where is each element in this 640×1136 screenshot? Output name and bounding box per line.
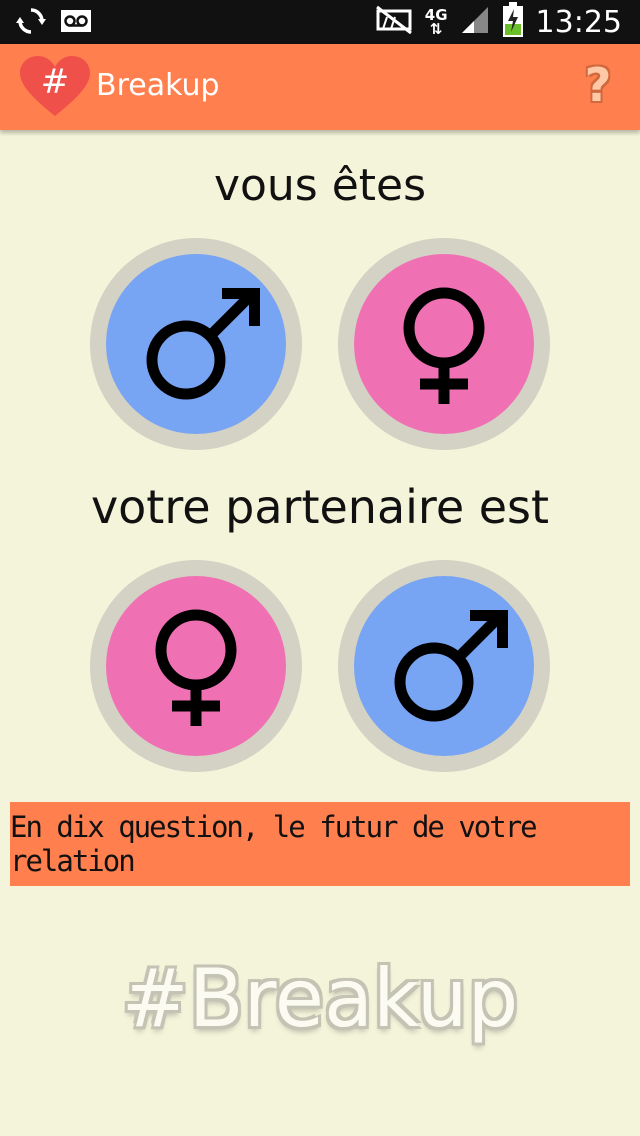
start-quiz-button[interactable]: En dix question, le futur de votre relat… (10, 802, 630, 886)
app-title: Breakup (96, 68, 220, 103)
you-are-heading: vous êtes (213, 160, 427, 211)
no-signal-icon (375, 5, 413, 39)
logo-hash: # (40, 62, 70, 102)
signal-icon (460, 5, 490, 39)
start-quiz-label: En dix question, le futur de votre relat… (10, 810, 538, 878)
clock: 13:25 (535, 4, 622, 40)
data-transfer-icon: 4G ⇅ (424, 6, 448, 38)
partner-is-heading: votre partenaire est (90, 480, 550, 534)
partner-male-button[interactable] (338, 560, 550, 772)
male-symbol-icon (394, 610, 508, 722)
status-bar: 4G ⇅ 13:25 (0, 0, 640, 44)
sync-icon (16, 6, 46, 40)
voicemail-icon (60, 9, 92, 37)
action-bar: # Breakup ? (0, 44, 640, 130)
you-female-button[interactable] (338, 238, 550, 450)
you-male-button[interactable] (90, 238, 302, 450)
help-icon: ? (584, 58, 612, 112)
female-symbol-icon (155, 609, 237, 726)
male-symbol-icon (146, 288, 260, 400)
heart-logo-icon: # (20, 56, 90, 118)
help-button[interactable]: ? (576, 58, 620, 114)
brand-watermark: #Breakup (121, 952, 519, 1045)
network-type: 4G (424, 6, 448, 24)
female-symbol-icon (403, 287, 485, 404)
battery-charging-icon (502, 2, 524, 42)
partner-female-button[interactable] (90, 560, 302, 772)
